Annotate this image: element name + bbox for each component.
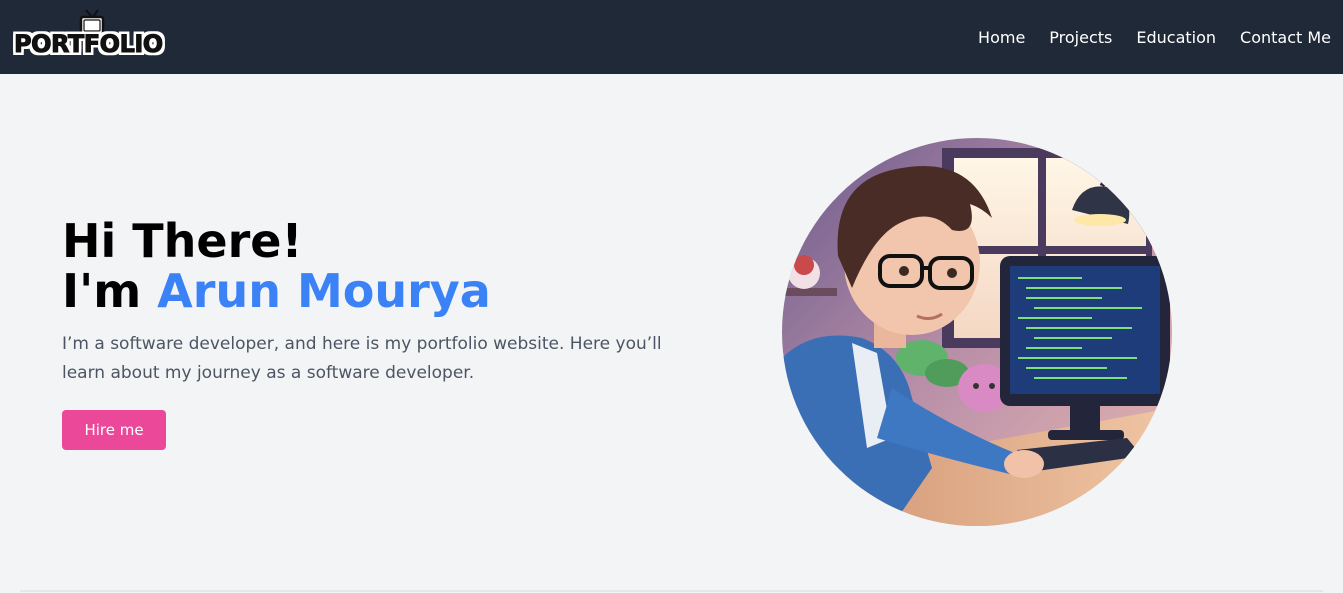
hire-me-button[interactable]: Hire me [62, 410, 166, 450]
developer-illustration-art [782, 138, 1172, 526]
hero-title: Hi There! I'm Arun Mourya [62, 216, 702, 316]
navbar: PORTFOLIO Home Projects Education Contac… [0, 0, 1343, 74]
hero-intro: I'm [62, 264, 158, 318]
section-divider [20, 590, 1323, 592]
hero-greeting: Hi There! [62, 214, 303, 268]
hero-description: I’m a software developer, and here is my… [62, 334, 662, 383]
nav-link-education[interactable]: Education [1136, 28, 1216, 47]
nav-link-projects[interactable]: Projects [1049, 28, 1112, 47]
nav-link-home[interactable]: Home [978, 28, 1025, 47]
developer-illustration [782, 138, 1172, 526]
site-logo[interactable]: PORTFOLIO [14, 9, 166, 62]
hero-name: Arun Mourya [157, 264, 491, 318]
nav-links: Home Projects Education Contact Me [978, 28, 1331, 47]
logo-text: PORTFOLIO [14, 30, 164, 59]
hero-section: Hi There! I'm Arun Mourya I’m a software… [62, 216, 702, 450]
nav-link-contact[interactable]: Contact Me [1240, 28, 1331, 47]
